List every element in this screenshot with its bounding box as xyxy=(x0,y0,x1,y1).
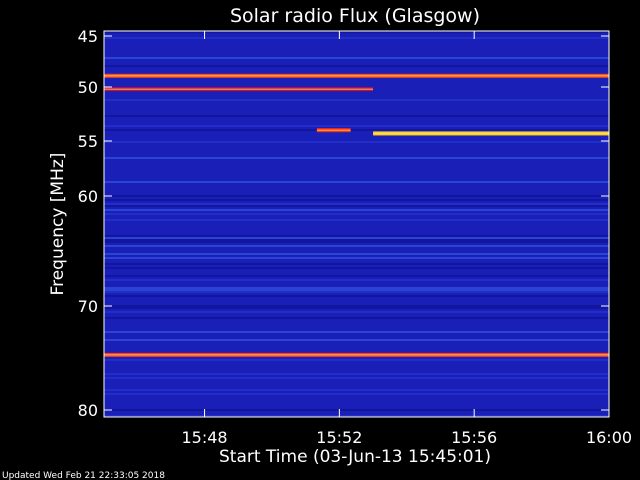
noise-band xyxy=(104,99,609,101)
x-axis-label: Start Time (03-Jun-13 15:45:01) xyxy=(219,447,491,467)
emission-line-core xyxy=(104,354,609,356)
y-axis-label: Frequency [MHz] xyxy=(48,153,68,296)
noise-band xyxy=(104,279,609,281)
noise-band xyxy=(104,393,609,395)
noise-band xyxy=(104,263,609,265)
y-tick-label: 70 xyxy=(78,297,98,316)
emission-line-core xyxy=(316,129,351,131)
noise-band xyxy=(104,305,609,307)
noise-band xyxy=(104,199,609,201)
noise-band xyxy=(104,235,609,237)
updated-timestamp: Updated Wed Feb 21 22:33:05 2018 xyxy=(2,471,165,480)
x-tick-label: 16:00 xyxy=(586,428,632,447)
noise-band xyxy=(104,291,609,293)
noise-band xyxy=(104,141,609,143)
noise-band xyxy=(104,129,609,131)
noise-band xyxy=(104,181,609,183)
y-tick-label: 80 xyxy=(78,401,98,420)
noise-band xyxy=(104,287,609,289)
chart-title: Solar radio Flux (Glasgow) xyxy=(230,5,480,27)
emission-line-core xyxy=(104,75,609,77)
noise-band xyxy=(104,57,609,59)
x-tick-label: 15:48 xyxy=(181,428,227,447)
noise-band xyxy=(104,37,609,39)
noise-band xyxy=(104,237,609,239)
spectrogram-chart: Solar radio Flux (Glasgow) Start Time (0… xyxy=(2,5,632,480)
noise-band xyxy=(104,203,609,205)
noise-band xyxy=(104,339,609,341)
noise-band xyxy=(104,389,609,391)
noise-band xyxy=(104,311,609,313)
noise-band xyxy=(104,115,609,117)
y-tick-label: 60 xyxy=(78,187,98,206)
noise-band xyxy=(104,205,609,207)
noise-band xyxy=(104,331,609,333)
noise-band xyxy=(104,267,609,269)
noise-band xyxy=(104,409,609,411)
noise-band xyxy=(104,245,609,247)
noise-band xyxy=(104,253,609,255)
x-tick-label: 15:56 xyxy=(451,428,497,447)
noise-band xyxy=(104,307,609,309)
noise-band xyxy=(104,209,609,211)
y-tick-label: 50 xyxy=(78,78,98,97)
noise-band xyxy=(104,241,609,243)
emission-line-core xyxy=(373,132,609,134)
noise-band xyxy=(104,295,609,297)
y-tick-label: 55 xyxy=(78,132,98,151)
noise-band xyxy=(104,65,609,67)
x-tick-label: 15:52 xyxy=(316,428,362,447)
noise-band xyxy=(104,359,609,361)
noise-band xyxy=(104,317,609,319)
noise-band xyxy=(104,373,609,375)
noise-band xyxy=(104,257,609,259)
y-tick-label: 45 xyxy=(78,27,98,46)
noise-band xyxy=(104,377,609,379)
noise-band xyxy=(104,157,609,159)
noise-band xyxy=(104,213,609,215)
noise-band xyxy=(104,239,609,241)
noise-band xyxy=(104,289,609,291)
noise-band xyxy=(104,219,609,221)
noise-band xyxy=(104,275,609,277)
emission-line-core xyxy=(104,88,374,90)
plot-area xyxy=(104,31,609,417)
noise-band xyxy=(104,125,609,127)
noise-band xyxy=(104,195,609,197)
